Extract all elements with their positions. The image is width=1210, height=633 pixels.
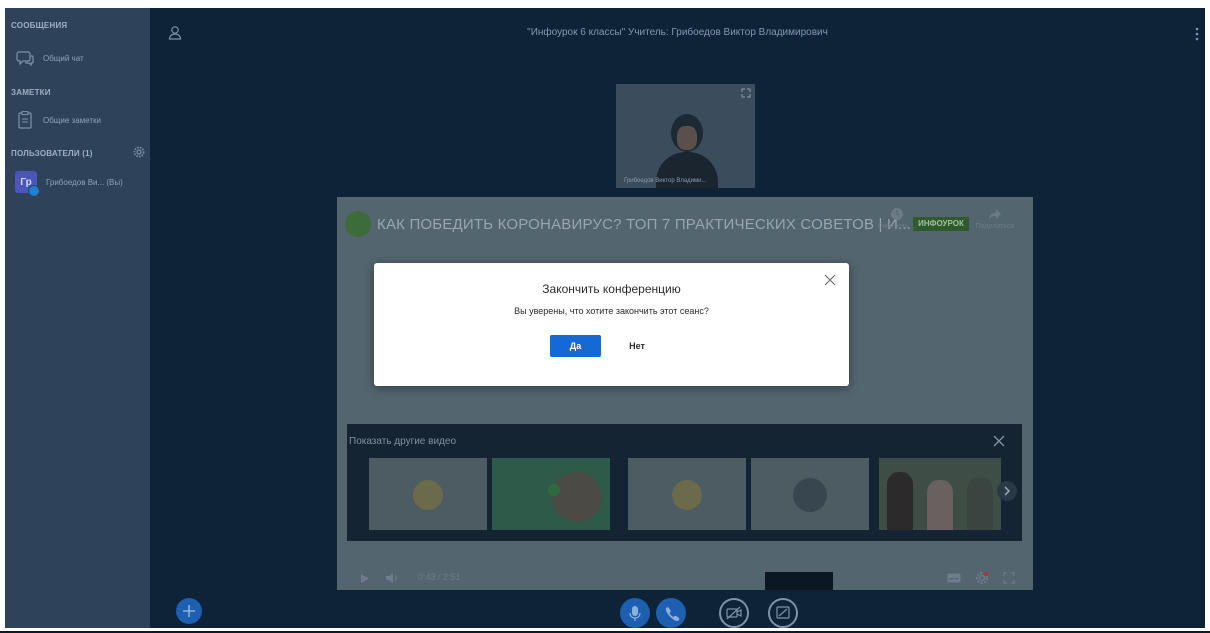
close-icon[interactable] — [992, 434, 1006, 448]
share-icon — [989, 209, 1001, 220]
webcam-tile[interactable]: Грибоедов Виктор Владими... — [616, 84, 755, 188]
play-icon[interactable] — [360, 573, 370, 584]
microphone-icon — [629, 606, 641, 621]
chat-icon — [15, 48, 35, 68]
fullscreen-icon[interactable] — [741, 88, 751, 98]
channel-logo — [345, 211, 371, 237]
watch-later-button[interactable]: Смотреть ... — [875, 207, 919, 230]
thumbnail-person — [967, 478, 993, 530]
clock-icon — [891, 208, 903, 220]
thumbnail-person — [887, 472, 913, 530]
video-thumbnail-5[interactable] — [879, 458, 1001, 530]
phone-icon — [665, 607, 680, 622]
more-options-icon[interactable] — [1195, 26, 1199, 42]
shared-notes-item[interactable]: Общие заметки — [15, 110, 101, 130]
brand-badge: ИНФОУРОК — [913, 217, 969, 231]
sidebar: СООБЩЕНИЯ Общий чат ЗАМЕТКИ Общие заметк… — [5, 8, 150, 628]
share-button[interactable]: Поделиться — [965, 207, 1025, 230]
video-thumbnail-1[interactable] — [369, 458, 487, 530]
public-chat-label: Общий чат — [43, 53, 84, 63]
video-time: 0:43 / 2:51 — [418, 572, 461, 582]
actions-button[interactable] — [176, 598, 202, 624]
volume-icon[interactable] — [385, 572, 399, 584]
video-thumbnail-2[interactable] — [492, 458, 610, 530]
notes-icon — [15, 110, 35, 130]
close-icon[interactable] — [822, 272, 838, 288]
user-name: Грибоедов Ви... (Вы) — [46, 178, 123, 187]
user-icon[interactable] — [168, 25, 182, 41]
screenshare-button[interactable] — [768, 598, 798, 628]
yes-button[interactable]: Да — [550, 335, 601, 357]
thumbnail-portrait — [672, 480, 702, 510]
window-border-right — [1205, 0, 1210, 631]
next-videos-button[interactable] — [997, 481, 1017, 501]
webcam-name: Грибоедов Виктор Владими... — [624, 178, 707, 184]
subtitles-icon[interactable] — [947, 573, 961, 583]
camera-button[interactable] — [719, 598, 749, 628]
leave-audio-button[interactable] — [656, 598, 686, 628]
screenshare-icon — [776, 606, 790, 619]
controls-gap — [765, 572, 833, 590]
no-button[interactable]: Нет — [620, 335, 654, 357]
settings-icon[interactable] — [975, 571, 989, 585]
end-conference-dialog: Закончить конференцию Вы уверены, что хо… — [374, 263, 849, 386]
dialog-message: Вы уверены, что хотите закончить этот се… — [514, 306, 709, 316]
shared-notes-label: Общие заметки — [43, 115, 101, 125]
thumbnail-person — [927, 480, 953, 530]
video-thumbnail-4[interactable] — [751, 458, 869, 530]
more-videos-title: Показать другие видео — [349, 436, 457, 447]
microphone-button[interactable] — [620, 598, 650, 628]
notes-header: ЗАМЕТКИ — [11, 88, 51, 97]
public-chat-item[interactable]: Общий чат — [15, 48, 84, 68]
plus-icon — [183, 605, 195, 617]
gear-icon[interactable] — [133, 146, 145, 158]
play-icon — [548, 484, 560, 496]
camera-off-icon — [726, 606, 742, 620]
thumbnail-portrait — [793, 478, 827, 512]
conference-title: "Инфоурок 6 классы" Учитель: Грибоедов В… — [527, 27, 828, 38]
dialog-title: Закончить конференцию — [542, 282, 681, 296]
video-title: КАК ПОБЕДИТЬ КОРОНАВИРУС? ТОП 7 ПРАКТИЧЕ… — [377, 216, 912, 233]
messages-header: СООБЩЕНИЯ — [11, 21, 68, 30]
users-header: ПОЛЬЗОВАТЕЛИ (1) — [11, 149, 93, 158]
video-thumbnail-3[interactable] — [628, 458, 746, 530]
thumbnail-portrait — [413, 480, 443, 510]
watch-later-label: Смотреть ... — [877, 223, 917, 230]
webcam-person-face — [677, 126, 697, 150]
share-label: Поделиться — [975, 223, 1015, 230]
fullscreen-icon[interactable] — [1003, 572, 1015, 584]
presenter-badge-icon — [28, 185, 40, 197]
window-border-top — [0, 0, 1210, 8]
thumbnail-portrait — [552, 472, 602, 522]
chevron-right-icon — [1004, 486, 1011, 496]
